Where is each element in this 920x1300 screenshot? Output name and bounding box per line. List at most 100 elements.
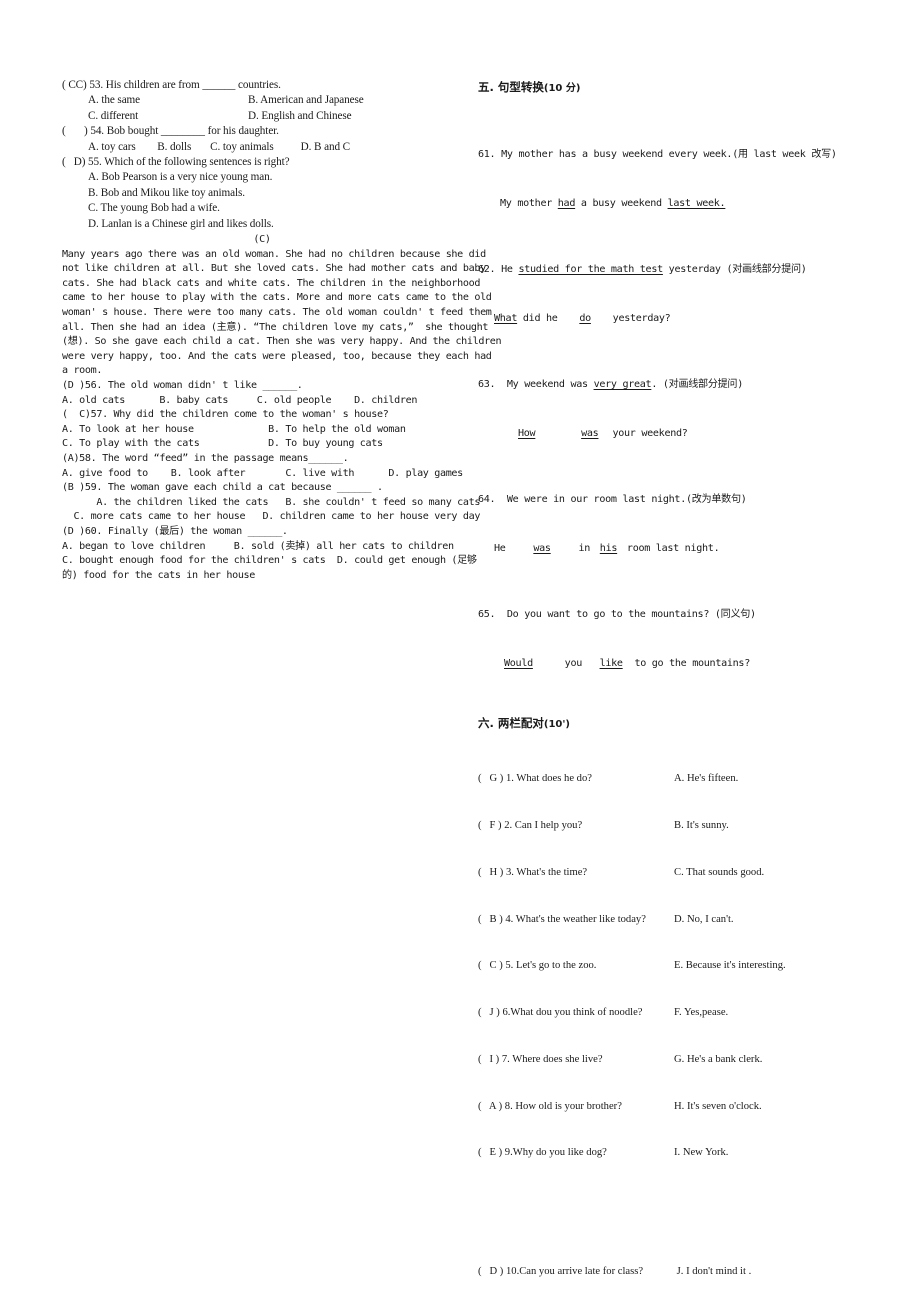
matching-question[interactable]: ( A ) 8. How old is your brother? <box>478 1099 674 1115</box>
q53-option-d[interactable]: D. English and Chinese <box>248 110 352 122</box>
question-60-stem[interactable]: (D )60. Finally (最后) the woman ______. <box>62 525 462 540</box>
item-62-fill-1[interactable]: What <box>494 313 517 324</box>
passage-line: came to her house to play with the cats.… <box>62 292 492 304</box>
matching-bracket[interactable]: ( H ) <box>478 867 503 878</box>
matching-question[interactable]: ( I ) 7. Where does she live? <box>478 1052 674 1068</box>
matching-question[interactable]: ( E ) 9.Why do you like dog? <box>478 1145 674 1161</box>
item-63-fill-2[interactable]: was <box>567 428 612 439</box>
question-57-stem[interactable]: ( C)57. Why did the children come to the… <box>62 408 462 423</box>
q54-text: ) 54. Bob bought ________ for his daught… <box>84 125 279 138</box>
matching-answer: C. That sounds good. <box>674 866 765 878</box>
item-63-number: 63. <box>478 378 496 390</box>
item-61-fill-2[interactable]: last week. <box>668 198 726 209</box>
question-60-options-row2[interactable]: C. bought enough food for the children' … <box>62 554 477 569</box>
item-61-fill-1[interactable]: had <box>558 198 576 209</box>
question-55-stem: ( D) 55. Which of the following sentence… <box>62 155 462 170</box>
item-63-fill-1[interactable]: How <box>492 428 561 439</box>
q55-option-b[interactable]: B. Bob and Mikou like toy animals. <box>62 186 462 201</box>
q53-option-a[interactable]: A. the same <box>88 93 248 108</box>
matching-bracket[interactable]: ( B ) <box>478 914 503 925</box>
q55-option-c[interactable]: C. The young Bob had a wife. <box>62 201 462 216</box>
item-62-post: yesterday (对画线部分提问) <box>662 264 807 276</box>
item-64-answer-mid: in <box>572 542 596 554</box>
matching-answer: B. It's sunny. <box>674 820 729 831</box>
matching-question-text: 8. How old is your brother? <box>504 1100 622 1112</box>
q55-option-a[interactable]: A. Bob Pearson is a very nice young man. <box>62 170 462 185</box>
matching-question-text: 1. What does he do? <box>505 773 592 785</box>
q53-marker[interactable]: ( CC <box>62 79 83 91</box>
q53-option-c[interactable]: C. different <box>88 109 248 124</box>
item-63-answer[interactable]: How was your weekend? <box>478 426 888 442</box>
q53-option-b[interactable]: B. American and Japanese <box>248 94 364 106</box>
matching-question-text: 10.Can you arrive late for class? <box>505 1265 644 1277</box>
item-61-answer[interactable]: My mother had a busy weekend last week. <box>478 196 888 212</box>
item-64-prompt[interactable]: 64. We were in our room last night.(改为单数… <box>478 492 888 508</box>
matching-bracket[interactable]: ( J ) <box>478 1007 500 1018</box>
item-62-number: 62. <box>478 264 496 276</box>
item-62-prompt[interactable]: 62. He studied for the math test yesterd… <box>478 262 888 278</box>
matching-question[interactable]: ( D ) 10.Can you arrive late for class? <box>478 1264 674 1280</box>
question-57-options-row1[interactable]: A. To look at her house B. To help the o… <box>62 423 462 438</box>
item-64-fill-1[interactable]: was <box>511 543 572 554</box>
q54-marker[interactable]: ( <box>62 124 84 139</box>
matching-bracket[interactable]: ( I ) <box>478 1054 499 1065</box>
matching-bracket[interactable]: ( F ) <box>478 820 502 831</box>
matching-answer: A. He's fifteen. <box>674 773 739 785</box>
item-64-fill-2[interactable]: his <box>596 543 621 554</box>
question-59-options-row1[interactable]: A. the children liked the cats B. she co… <box>62 496 480 511</box>
matching-row: ( B ) 4. What's the weather like today? … <box>478 912 888 928</box>
matching-spacer <box>478 1208 888 1217</box>
matching-bracket[interactable]: ( A ) <box>478 1101 502 1112</box>
item-61-number: 61. <box>478 149 496 161</box>
question-56-stem[interactable]: (D )56. The old woman didn' t like _____… <box>62 379 462 394</box>
matching-question-text: 7. Where does she live? <box>501 1053 603 1065</box>
question-59-options-row2[interactable]: C. more cats came to her house D. childr… <box>62 510 480 525</box>
matching-bracket[interactable]: ( D ) <box>478 1266 503 1277</box>
question-54-stem: () 54. Bob bought ________ for his daugh… <box>62 124 462 139</box>
question-53-options-row2: C. different D. English and Chinese <box>62 109 462 124</box>
question-56-options[interactable]: A. old cats B. baby cats C. old people D… <box>62 394 462 409</box>
item-65-answer[interactable]: Would you like to go the mountains? <box>478 656 888 672</box>
matching-question[interactable]: n( C ) 5. Let's go to the zoo. <box>478 958 674 974</box>
item-62-answer[interactable]: What did he do yesterday? <box>478 311 888 327</box>
matching-question[interactable]: ( F ) 2. Can I help you? <box>478 818 674 834</box>
matching-row: n( C ) 5. Let's go to the zoo. E. Becaus… <box>478 958 888 974</box>
matching-question[interactable]: ( H ) 3. What's the time? <box>478 865 674 881</box>
matching-row: ( J ) 6.What dou you think of noodle? F.… <box>478 1005 888 1021</box>
question-60-options-row3[interactable]: 的) food for the cats in her house <box>62 569 462 584</box>
matching-bracket[interactable]: ( G ) <box>478 773 503 784</box>
section-5-items: 61. My mother has a busy weekend every w… <box>478 98 888 705</box>
section-6-heading: 六. 两栏配对(10') <box>478 714 888 734</box>
item-64-answer[interactable]: He was in his room last night. <box>478 541 888 557</box>
q55-marker[interactable]: ( D <box>62 156 82 168</box>
matching-question[interactable]: ( G ) 1. What does he do? <box>478 771 674 787</box>
item-65-fill-1[interactable]: Would <box>478 658 559 669</box>
question-59-stem[interactable]: (B )59. The woman gave each child a cat … <box>62 481 462 496</box>
item-63-prompt[interactable]: 63. My weekend was very great. (对画线部分提问) <box>478 377 888 393</box>
matching-question-text: 3. What's the time? <box>505 866 588 878</box>
question-58-options[interactable]: A. give food to B. look after C. live wi… <box>62 467 463 482</box>
q55-option-d[interactable]: D. Lanlan is a Chinese girl and likes do… <box>62 217 462 232</box>
item-62-underlined-part: studied for the math test <box>518 264 663 276</box>
question-57-options-row2[interactable]: C. To play with the cats D. To buy young… <box>62 437 462 452</box>
item-63-underlined-part: very great <box>593 378 652 390</box>
item-65-prompt[interactable]: 65. Do you want to go to the mountains? … <box>478 607 888 623</box>
item-62-fill-2[interactable]: do <box>563 313 607 324</box>
section-5-heading: 五. 句型转换(10 分) <box>478 78 888 98</box>
matching-bracket[interactable]: ( E ) <box>478 1147 502 1158</box>
question-54-options[interactable]: A. toy cars B. dolls C. toy animals D. B… <box>62 140 462 155</box>
item-64-number: 64. <box>478 493 496 505</box>
item-61-prompt[interactable]: 61. My mother has a busy weekend every w… <box>478 147 888 163</box>
matching-bracket[interactable]: ( C ) <box>478 960 503 971</box>
item-65-fill-2[interactable]: like <box>594 658 629 669</box>
matching-question[interactable]: ( B ) 4. What's the weather like today? <box>478 912 674 928</box>
section-6-matching-list: ( G ) 1. What does he do? A. He's fiftee… <box>478 740 888 1300</box>
matching-row: ( G ) 1. What does he do? A. He's fiftee… <box>478 771 888 787</box>
matching-answer: E. Because it's interesting. <box>674 960 786 972</box>
matching-row: ( A ) 8. How old is your brother? H. It'… <box>478 1099 888 1115</box>
question-60-options-row1[interactable]: A. began to love children B. sold (卖掉) a… <box>62 540 462 555</box>
matching-answer: J. I don't mind it . <box>674 1265 752 1277</box>
item-65-text: Do you want to go to the mountains? (同义句… <box>501 608 756 620</box>
question-58-stem[interactable]: (A)58. The word “feed” in the passage me… <box>62 452 462 467</box>
matching-question[interactable]: ( J ) 6.What dou you think of noodle? <box>478 1005 674 1021</box>
